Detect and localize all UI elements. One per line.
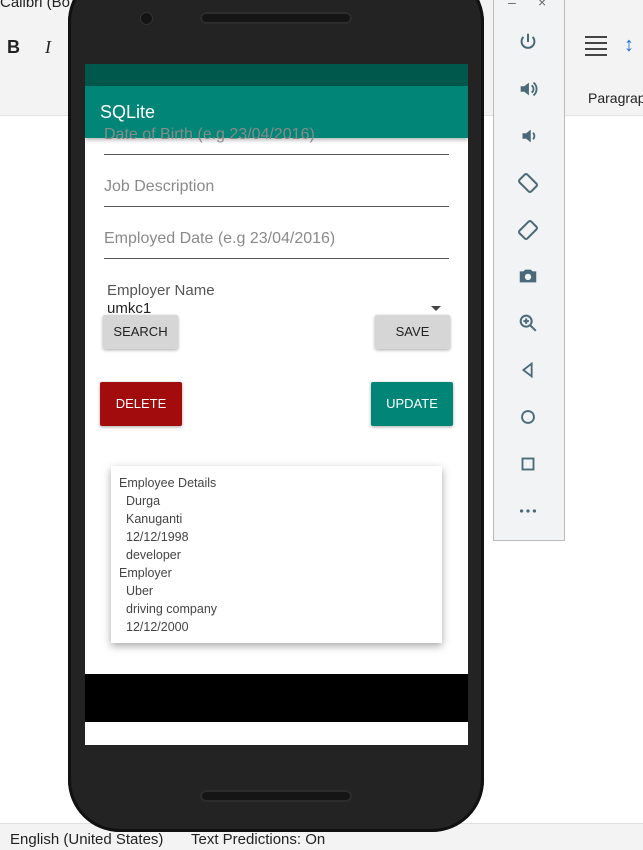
employee-birth-date: 12/12/1998 (126, 530, 189, 544)
zoom-icon[interactable] (517, 312, 539, 334)
employed-date-input[interactable] (104, 230, 449, 248)
top-speaker (200, 12, 352, 24)
update-button[interactable]: UPDATE (371, 382, 453, 426)
power-icon[interactable] (517, 31, 539, 53)
employer-name-label: Employer Name (107, 282, 215, 299)
delete-button[interactable]: DELETE (100, 382, 182, 426)
employer-name: Uber (126, 584, 154, 598)
justify-icon[interactable] (585, 36, 607, 56)
job-description-field[interactable] (104, 178, 449, 207)
job-description-input[interactable] (104, 178, 449, 196)
volume-up-icon[interactable] (517, 78, 539, 100)
dropdown-arrow-icon (431, 306, 441, 311)
search-button[interactable]: SEARCH (103, 315, 178, 349)
employee-first-name: Durga (126, 494, 161, 508)
bottom-speaker (200, 790, 352, 802)
employer-description: driving company (126, 602, 218, 616)
app-title: SQLite (100, 102, 156, 122)
text-predictions-status[interactable]: Text Predictions: On (191, 831, 325, 848)
front-camera (140, 12, 153, 25)
dob-field[interactable] (104, 126, 449, 155)
paragraph-group-label: Paragrap (588, 90, 643, 106)
italic-button[interactable]: I (45, 37, 51, 58)
language-status[interactable]: English (United States) (10, 831, 163, 848)
window-controls: – × (494, 0, 564, 12)
employee-details-header: Employee Details (119, 476, 217, 490)
emulator-toolbar: – × (493, 0, 565, 541)
home-icon[interactable] (517, 406, 539, 428)
dob-input[interactable] (104, 126, 449, 144)
overview-icon[interactable] (517, 453, 539, 475)
phone-screen: SQLite Employer Name umkc1 SEARCH SAVE D… (85, 64, 468, 745)
volume-down-icon[interactable] (517, 125, 539, 147)
font-name-box[interactable]: Calibri (Bo (0, 0, 70, 11)
android-nav-bar (85, 674, 468, 722)
employee-last-name: Kanuganti (126, 512, 183, 526)
rotate-left-icon[interactable] (517, 172, 539, 194)
details-card: Employee Details Durga Kanuganti 12/12/1… (111, 466, 442, 643)
more-icon[interactable] (517, 500, 539, 522)
line-spacing-icon[interactable]: ↕ (624, 34, 634, 57)
bold-button[interactable]: B (7, 37, 20, 58)
close-icon[interactable]: × (538, 0, 546, 10)
phone-frame: SQLite Employer Name umkc1 SEARCH SAVE D… (68, 0, 484, 832)
back-icon[interactable] (517, 359, 539, 381)
employed-date: 12/12/2000 (126, 620, 189, 634)
minimize-icon[interactable]: – (508, 0, 516, 10)
rotate-right-icon[interactable] (517, 219, 539, 241)
android-status-bar (85, 64, 468, 86)
save-button[interactable]: SAVE (375, 315, 450, 349)
employed-date-field[interactable] (104, 230, 449, 259)
camera-icon[interactable] (517, 265, 539, 287)
employee-job: developer (126, 548, 181, 562)
employer-header: Employer (119, 566, 172, 580)
